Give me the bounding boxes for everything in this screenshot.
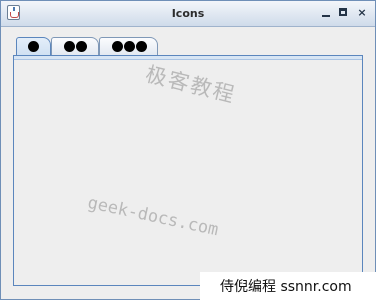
tab-icon-two-dots — [52, 41, 98, 52]
dot-icon — [112, 41, 123, 52]
tab-one-dot[interactable] — [16, 37, 51, 56]
close-icon: × — [357, 6, 367, 19]
maximize-icon — [339, 8, 347, 16]
site-caption: 侍倪编程 ssnnr.com — [220, 279, 352, 295]
tab-icon-one-dot — [17, 41, 50, 52]
tab-icon-three-dots — [101, 41, 158, 52]
tab-two-dots[interactable] — [51, 37, 99, 55]
close-button[interactable]: × — [355, 6, 369, 20]
tab-three-dots[interactable] — [99, 37, 158, 55]
tab-content-panel — [13, 55, 363, 286]
minimize-button[interactable] — [319, 6, 333, 20]
dot-icon — [136, 41, 147, 52]
dot-icon — [75, 41, 87, 52]
maximize-button[interactable] — [337, 6, 351, 20]
panel-highlight — [14, 56, 362, 60]
dot-icon — [63, 41, 75, 52]
minimize-icon — [322, 15, 330, 17]
dot-icon — [28, 41, 39, 52]
title-bar[interactable]: Icons × — [1, 1, 375, 27]
dot-icon — [124, 41, 135, 52]
app-window: Icons × — [0, 0, 376, 300]
